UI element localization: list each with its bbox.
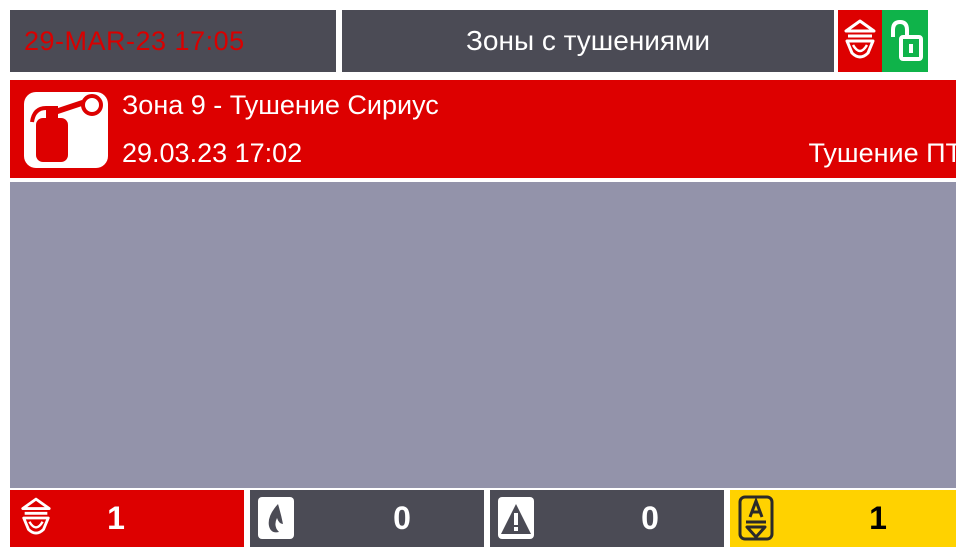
flame-counter[interactable]: 0: [250, 490, 484, 547]
warning-counter-value: 0: [641, 500, 659, 536]
automation-counter-value: 1: [869, 500, 887, 536]
warning-icon: [496, 494, 536, 542]
event-timestamp: 29.03.23 17:02: [122, 138, 303, 168]
datetime-text: 29-MAR-23 17:05: [24, 25, 245, 56]
fire-counter[interactable]: 1: [10, 490, 244, 547]
warning-counter[interactable]: 0: [490, 490, 724, 547]
event-list-area[interactable]: [10, 182, 956, 488]
event-zone-name: Зона 9 - Тушение Сириус: [122, 90, 439, 120]
fire-alarm-indicator[interactable]: [838, 10, 882, 72]
event-row[interactable]: Зона 9 - Тушение Сириус 29.03.23 17:02 Т…: [10, 80, 956, 178]
flame-counter-value: 0: [393, 500, 411, 536]
event-status: Тушение ПТ: [808, 138, 956, 168]
access-lock-indicator[interactable]: [882, 10, 928, 72]
page-title: Зоны с тушениями: [342, 10, 834, 72]
datetime-display: 29-MAR-23 17:05: [10, 10, 336, 72]
flame-icon: [256, 494, 296, 542]
fire-alarm-icon: [16, 494, 56, 542]
fire-extinguisher-icon: [24, 92, 108, 168]
automation-icon: [736, 494, 776, 542]
fire-counter-value: 1: [107, 500, 125, 536]
unlocked-icon: [891, 19, 923, 61]
page-title-text: Зоны с тушениями: [466, 25, 710, 56]
fire-alarm-icon: [844, 19, 876, 59]
automation-counter[interactable]: 1: [730, 490, 956, 547]
